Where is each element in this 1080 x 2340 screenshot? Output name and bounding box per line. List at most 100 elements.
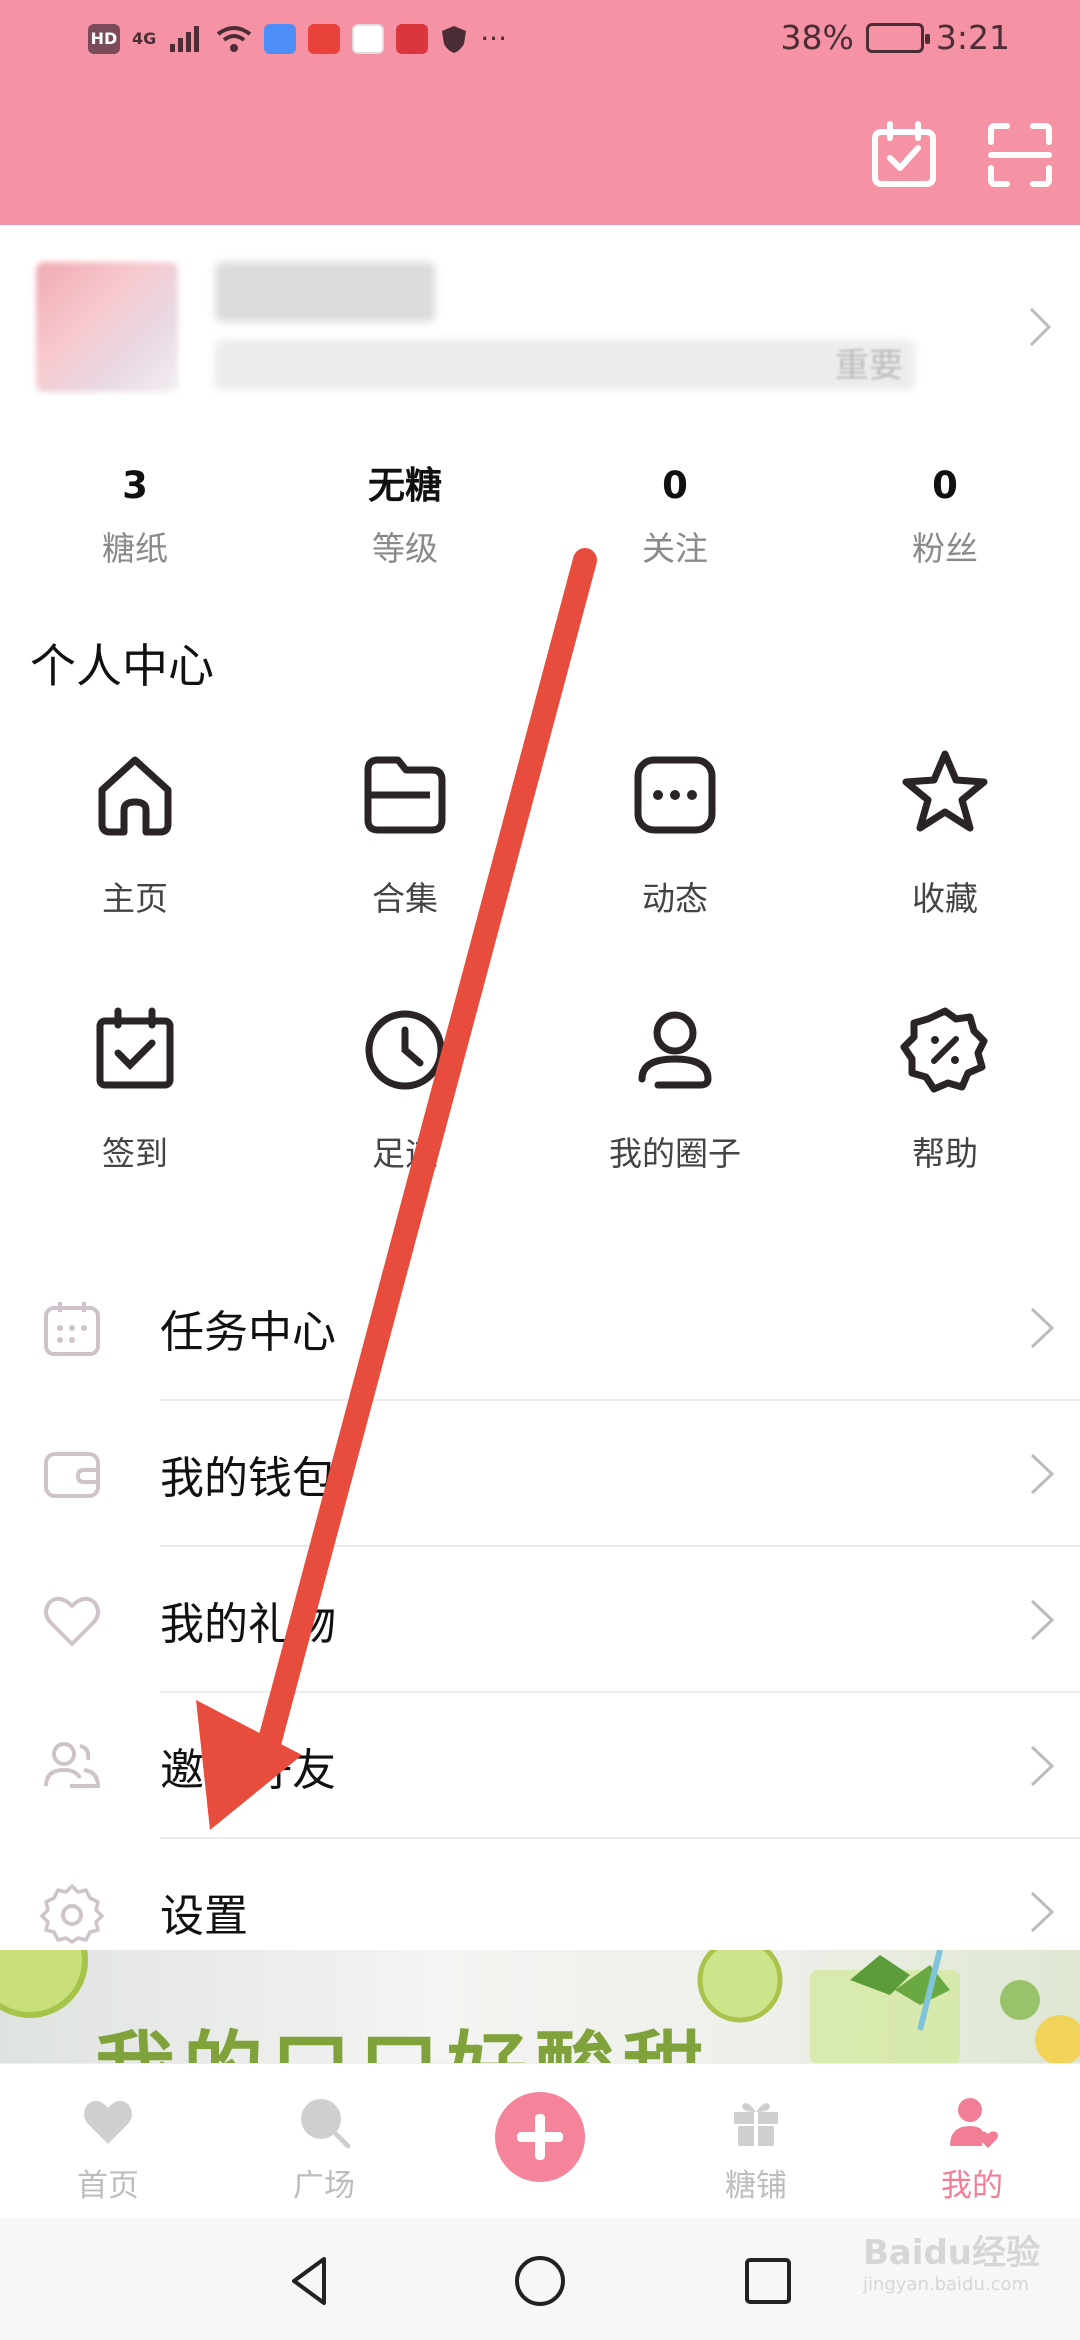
badge-percent-icon — [900, 1007, 988, 1093]
grid-label: 我的圈子 — [609, 1134, 741, 1173]
tab-label: 广场 — [293, 2168, 355, 2204]
menu-list: 任务中心 我的钱包 我的礼物 邀请好友 设置 — [0, 1255, 1080, 1985]
chevron-right-icon — [1030, 1891, 1055, 1933]
stat-value: 0 — [662, 464, 688, 507]
gear-icon — [40, 1884, 104, 1944]
gift-icon — [734, 2103, 778, 2146]
chevron-right-icon — [1030, 1599, 1055, 1641]
calendar-check-icon — [96, 1007, 174, 1089]
stat-value: 0 — [932, 464, 958, 507]
stat-label: 粉丝 — [912, 529, 978, 568]
music-app-icon — [264, 23, 297, 54]
stat-following[interactable]: 0 关注 — [540, 460, 810, 590]
tab-label: 首页 — [77, 2168, 139, 2204]
grid-item-footprints[interactable]: 足迹 — [270, 995, 540, 1250]
personal-center-grid: 主页 合集 动态 收藏 签到 足迹 我的圈子 帮助 — [0, 740, 1080, 1250]
grid-label: 帮助 — [912, 1134, 978, 1173]
friends-icon — [44, 1742, 101, 1788]
plus-icon[interactable] — [495, 2092, 585, 2182]
more-icon: ··· — [480, 22, 507, 55]
signature-blur — [215, 340, 915, 390]
user-icon — [950, 2098, 998, 2148]
search-icon — [301, 2099, 351, 2149]
drink-illustration-icon — [697, 1950, 1080, 2065]
status-bar: HD 4G ··· 38% 3:21 — [0, 0, 1080, 80]
battery-icon — [865, 22, 930, 53]
grid-item-my-circle[interactable]: 我的圈子 — [540, 995, 810, 1250]
tab-shop[interactable]: 糖铺 — [648, 2064, 864, 2218]
grid-item-collection[interactable]: 合集 — [270, 740, 540, 995]
network-type: 4G — [132, 29, 157, 48]
chevron-right-icon — [1030, 1745, 1055, 1787]
folder-icon — [364, 756, 446, 834]
wallet-icon — [44, 1452, 100, 1498]
stat-value: 无糖 — [368, 464, 442, 507]
hd-icon: HD — [88, 23, 120, 54]
watermark: Baidu经验 jingyan.baidu.com — [863, 2225, 1040, 2295]
grid-label: 主页 — [102, 879, 168, 918]
chevron-right-icon — [1030, 1307, 1055, 1349]
grid-item-dynamics[interactable]: 动态 — [540, 740, 810, 995]
scan-icon[interactable] — [985, 120, 1055, 190]
grid-item-help[interactable]: 帮助 — [810, 995, 1080, 1250]
heart-icon — [84, 2100, 132, 2144]
star-icon — [902, 750, 988, 832]
grid-item-favorites[interactable]: 收藏 — [810, 740, 1080, 995]
notification-app-icon — [308, 23, 341, 54]
stat-followers[interactable]: 0 粉丝 — [810, 460, 1080, 590]
menu-label: 我的礼物 — [160, 1599, 336, 1650]
stat-level[interactable]: 无糖 等级 — [270, 460, 540, 590]
calendar-icon — [44, 1302, 100, 1356]
tab-mine[interactable]: 我的 — [864, 2064, 1080, 2218]
tab-label: 糖铺 — [725, 2168, 787, 2204]
stat-label: 糖纸 — [102, 529, 168, 568]
menu-item-invite-friends[interactable]: 邀请好友 — [0, 1693, 1080, 1839]
grid-item-home[interactable]: 主页 — [0, 740, 270, 995]
nickname-blur — [215, 262, 435, 322]
grid-item-checkin[interactable]: 签到 — [0, 995, 270, 1250]
tab-label: 我的 — [941, 2168, 1003, 2204]
bottom-tab-bar: 首页 广场 糖铺 我的 — [0, 2063, 1080, 2218]
menu-label: 邀请好友 — [160, 1745, 336, 1796]
heart-icon — [44, 1596, 100, 1646]
tab-create[interactable] — [432, 2064, 648, 2218]
back-icon[interactable] — [280, 2251, 340, 2311]
banner-text: 我的口口好酸甜 — [95, 2005, 711, 2065]
grid-label: 合集 — [372, 879, 438, 918]
section-title: 个人中心 — [30, 639, 214, 693]
clock-icon — [365, 1010, 445, 1090]
menu-item-gifts[interactable]: 我的礼物 — [0, 1547, 1080, 1693]
battery-percent: 38% — [780, 18, 854, 57]
menu-item-wallet[interactable]: 我的钱包 — [0, 1401, 1080, 1547]
grid-label: 动态 — [642, 879, 708, 918]
menu-label: 任务中心 — [160, 1307, 336, 1358]
stat-candy-paper[interactable]: 3 糖纸 — [0, 460, 270, 590]
profile-subtext: 重要 — [835, 346, 903, 386]
circle-app-icon — [352, 23, 385, 54]
profile-chevron-icon[interactable] — [1025, 305, 1055, 349]
clock-time: 3:21 — [935, 18, 1010, 57]
stats-row: 3 糖纸 无糖 等级 0 关注 0 粉丝 — [0, 460, 1080, 590]
stat-label: 等级 — [372, 529, 438, 568]
home-nav-icon[interactable] — [510, 2251, 570, 2311]
menu-label: 我的钱包 — [160, 1453, 336, 1504]
promo-banner[interactable]: 我的口口好酸甜 — [0, 1950, 1080, 2065]
grid-label: 足迹 — [372, 1134, 438, 1173]
menu-label: 设置 — [160, 1891, 248, 1942]
menu-item-task-center[interactable]: 任务中心 — [0, 1255, 1080, 1401]
grid-label: 签到 — [102, 1134, 168, 1173]
shield-icon — [442, 25, 467, 53]
heart-app-icon — [396, 23, 429, 54]
tab-home[interactable]: 首页 — [0, 2064, 216, 2218]
status-icons: HD 4G ··· — [88, 22, 507, 55]
avatar[interactable] — [36, 262, 178, 392]
wifi-icon — [217, 25, 252, 52]
recent-apps-icon[interactable] — [738, 2251, 798, 2311]
grid-label: 收藏 — [912, 879, 978, 918]
watermark-text: Baidu经验 — [862, 2233, 1040, 2273]
chevron-right-icon — [1030, 1453, 1055, 1495]
stat-label: 关注 — [642, 529, 708, 568]
checkin-calendar-icon[interactable] — [870, 120, 940, 190]
tab-plaza[interactable]: 广场 — [216, 2064, 432, 2218]
user-icon — [638, 1011, 712, 1089]
